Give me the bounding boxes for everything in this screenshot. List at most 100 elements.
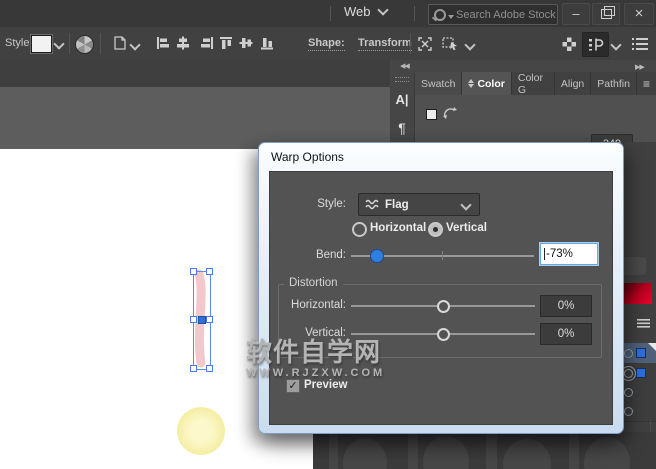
- shape-link[interactable]: Shape:: [308, 37, 345, 51]
- horizontal-value-field[interactable]: 0%: [540, 295, 592, 317]
- selection-handle[interactable]: [206, 365, 213, 372]
- layer-target-icon[interactable]: [624, 349, 633, 358]
- ghost-letterform: [343, 438, 387, 469]
- document-setup-icon[interactable]: [112, 35, 128, 51]
- ghost-letterform: [503, 439, 551, 469]
- site-watermark: 软件自学网 WWW.RJZXW.COM: [246, 332, 385, 379]
- workspace-switcher-label: Web: [344, 4, 371, 19]
- application-titlebar: Web Search Adobe Stock – ×: [0, 0, 656, 28]
- document-chevron-icon[interactable]: [129, 39, 140, 50]
- character-panel-icon[interactable]: A|: [390, 92, 414, 107]
- ghost-letterform: [329, 432, 338, 469]
- panel-grip[interactable]: [395, 77, 409, 82]
- tab-color-guide[interactable]: Color G: [512, 72, 555, 95]
- menu-list-icon[interactable]: [632, 38, 648, 50]
- collapse-panels-icon[interactable]: ◀◀: [400, 62, 409, 70]
- bend-value-field[interactable]: -73%: [540, 243, 598, 265]
- dialog-content: Style: Flag Horizontal Vertical Bend:: [269, 171, 613, 425]
- workspace: ◀◀ ▶▶ A| ¶ Swatch Color Color G Align Pa…: [0, 60, 656, 469]
- minimize-icon: –: [572, 6, 579, 21]
- swap-fill-stroke-icon[interactable]: [443, 107, 457, 120]
- selection-handle[interactable]: [206, 316, 213, 323]
- isolate-chevron-icon[interactable]: [464, 39, 475, 50]
- align-center-horizontal-icon[interactable]: [176, 36, 190, 50]
- selection-handle[interactable]: [190, 268, 197, 275]
- align-center-vertical-icon[interactable]: [239, 36, 253, 50]
- current-layer-indicator: [648, 343, 656, 351]
- search-input[interactable]: Search Adobe Stock: [428, 4, 558, 25]
- layer-row-selected[interactable]: [622, 343, 656, 364]
- vertical-value-field[interactable]: 0%: [540, 323, 592, 345]
- dock-toggle-chevron-icon[interactable]: [610, 39, 621, 50]
- ghost-letterform: [408, 432, 418, 469]
- preview-label[interactable]: Preview: [304, 379, 347, 391]
- warp-options-dialog: Warp Options Style: Flag Horizontal Vert…: [258, 142, 624, 434]
- collapse-panel-icon: [468, 79, 474, 88]
- dialog-title: Warp Options: [271, 150, 344, 164]
- tab-align[interactable]: Align: [555, 72, 591, 95]
- fill-stroke-proxy-icon[interactable]: [426, 109, 437, 120]
- restore-icon: [601, 9, 612, 19]
- yellow-highlight-artwork[interactable]: [177, 407, 225, 455]
- layer-selection-indicator[interactable]: [636, 368, 646, 378]
- layer-row[interactable]: [622, 383, 656, 403]
- isolate-selection-icon[interactable]: [442, 36, 460, 52]
- selection-handle[interactable]: [190, 365, 197, 372]
- layer-row[interactable]: [622, 402, 656, 422]
- vertical-slider-handle[interactable]: [437, 328, 450, 341]
- dock-layout-icon: [587, 37, 604, 52]
- tab-swatches[interactable]: Swatch: [415, 72, 462, 95]
- layer-target-icon[interactable]: [624, 369, 633, 378]
- minimize-button[interactable]: –: [562, 3, 590, 25]
- close-button[interactable]: ×: [624, 3, 654, 25]
- bend-slider-handle[interactable]: [370, 249, 384, 263]
- preview-checkbox[interactable]: ✓: [286, 379, 300, 393]
- graphic-style-swatch[interactable]: [31, 35, 52, 53]
- selection-handle[interactable]: [206, 268, 213, 275]
- illustrator-window: Web Search Adobe Stock – × Style:: [0, 0, 656, 469]
- layer-target-icon[interactable]: [624, 388, 633, 397]
- search-icon: [434, 9, 454, 21]
- recolor-artwork-icon[interactable]: [75, 35, 94, 54]
- align-left-icon[interactable]: [156, 36, 170, 50]
- horizontal-slider-handle[interactable]: [437, 300, 450, 313]
- paragraph-panel-icon[interactable]: ¶: [390, 120, 414, 136]
- selection-handle[interactable]: [190, 316, 197, 323]
- workspace-switcher[interactable]: Web: [344, 4, 387, 19]
- divider: [100, 33, 101, 54]
- red-gradient-swatch[interactable]: [620, 283, 652, 304]
- warp-style-label: Style:: [270, 198, 346, 210]
- pasteboard: [0, 87, 390, 149]
- panel-menu-button[interactable]: ≡: [637, 72, 656, 95]
- search-placeholder: Search Adobe Stock: [456, 9, 556, 21]
- align-right-icon[interactable]: [200, 36, 214, 50]
- panel-dock-toggle-button[interactable]: [582, 32, 609, 57]
- vertical-radio[interactable]: [428, 222, 443, 237]
- align-bottom-icon[interactable]: [260, 36, 274, 50]
- layer-selection-indicator[interactable]: [636, 348, 646, 358]
- watermark-title: 软件自学网: [246, 332, 385, 369]
- horizontal-radio[interactable]: [352, 222, 367, 237]
- ghost-letterform: [486, 432, 497, 469]
- align-top-icon[interactable]: [219, 36, 233, 50]
- grid-arrange-icon[interactable]: [562, 37, 577, 52]
- transform-link[interactable]: Transform: [358, 37, 412, 51]
- horizontal-radio-label[interactable]: Horizontal: [370, 222, 426, 234]
- vertical-radio-label[interactable]: Vertical: [446, 222, 487, 234]
- layers-panel-sliver: [622, 142, 656, 469]
- ghost-letterform: [569, 432, 579, 469]
- tab-color[interactable]: Color: [462, 72, 511, 95]
- background-window-area: [313, 432, 656, 469]
- expand-panels-icon[interactable]: ▶▶: [635, 63, 644, 71]
- layer-target-icon[interactable]: [624, 407, 633, 416]
- layer-row[interactable]: [622, 363, 656, 384]
- selection-center-point[interactable]: [198, 316, 206, 324]
- style-chevron-icon[interactable]: [53, 38, 64, 49]
- layers-menu-icon[interactable]: [637, 319, 650, 328]
- restore-button[interactable]: [592, 3, 620, 25]
- tab-pathfinder[interactable]: Pathfin: [591, 72, 637, 95]
- check-icon: ✓: [288, 380, 297, 392]
- watermark-url: WWW.RJZXW.COM: [246, 367, 385, 379]
- warp-style-dropdown[interactable]: Flag: [358, 193, 480, 216]
- free-transform-icon[interactable]: [417, 36, 433, 52]
